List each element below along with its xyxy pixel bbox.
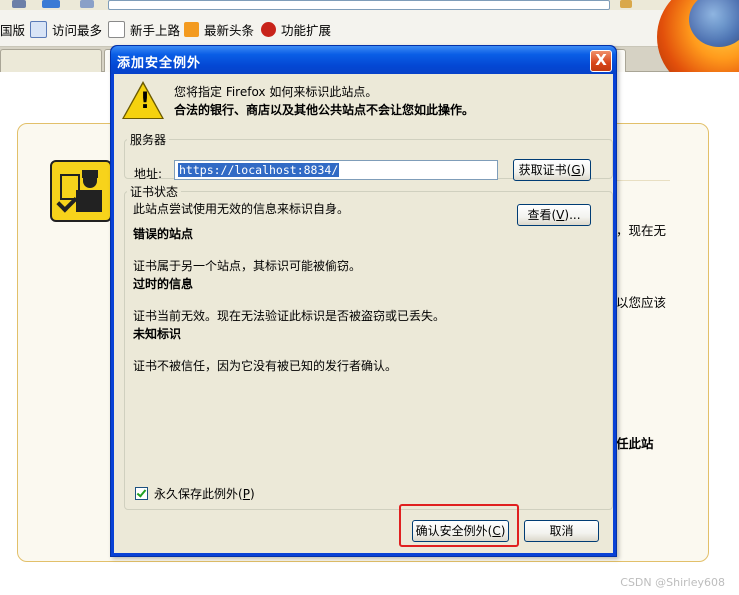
- expired-title: 过时的信息: [133, 277, 194, 291]
- confirm-label: 确认安全例外: [415, 524, 488, 538]
- server-legend: 服务器: [130, 133, 167, 147]
- bg-text: 任此站: [616, 436, 654, 451]
- bookmark-label: 访问最多: [52, 22, 103, 38]
- bookmark-item[interactable]: 国版: [0, 20, 25, 38]
- permanent-exception-row[interactable]: 永久保存此例外(P): [135, 485, 255, 502]
- view-accesskey: V: [556, 208, 565, 222]
- confirm-exception-button[interactable]: 确认安全例外(C): [412, 520, 509, 542]
- intro-text: 您将指定 Firefox 如何来标识此站点。: [174, 85, 378, 99]
- view-certificate-button[interactable]: 查看(V)...: [517, 204, 591, 226]
- page-icon: [108, 20, 125, 38]
- bookmarks-toolbar: 国版 访问最多 新手上路 最新头条 功能扩展: [0, 10, 739, 47]
- unknown-identity-title: 未知标识: [133, 327, 182, 341]
- server-group: 服务器 地址: https://localhost:8834/ 获取证书(G): [124, 131, 613, 181]
- address-value: https://localhost:8834/: [178, 163, 340, 177]
- watermark: CSDN @Shirley608: [620, 576, 725, 589]
- bookmark-label: 功能扩展: [281, 22, 332, 38]
- close-button[interactable]: X: [590, 50, 612, 72]
- dialog-body: ! 您将指定 Firefox 如何来标识此站点。 合法的银行、商店以及其他公共站…: [114, 74, 613, 553]
- address-label: 地址:: [134, 167, 163, 181]
- bookmark-item[interactable]: 访问最多: [30, 20, 102, 38]
- dialog-titlebar[interactable]: 添加安全例外 X: [111, 46, 616, 74]
- add-security-exception-dialog: 添加安全例外 X ! 您将指定 Firefox 如何来标识此站点。 合法的银行、…: [110, 45, 617, 557]
- firefox-logo: [643, 0, 739, 78]
- bookmark-item[interactable]: 最新头条: [184, 20, 254, 38]
- back-icon[interactable]: [12, 0, 26, 8]
- certificate-status-group: 证书状态 此站点尝试使用无效的信息来标识自身。 查看(V)... 错误的站点 证…: [124, 183, 613, 510]
- dialog-title: 添加安全例外: [117, 56, 202, 71]
- bookmark-item[interactable]: 新手上路: [108, 20, 180, 38]
- get-cert-label: 获取证书: [518, 163, 567, 177]
- get-certificate-button[interactable]: 获取证书(G): [513, 159, 591, 181]
- addon-icon: [261, 21, 276, 37]
- intro-warning-text: 合法的银行、商店以及其他公共站点不会让您如此操作。: [174, 103, 475, 117]
- permanent-exception-label: 永久保存此例外: [154, 487, 239, 501]
- feed-icon[interactable]: [620, 0, 632, 8]
- cert-summary: 此站点尝试使用无效的信息来标识自身。: [133, 202, 350, 216]
- police-icon: [50, 160, 112, 222]
- view-label: 查看: [527, 208, 552, 222]
- rss-icon: [184, 21, 199, 37]
- nav-icon[interactable]: [42, 0, 60, 8]
- unknown-identity-text: 证书不被信任，因为它没有被已知的发行者确认。: [133, 359, 398, 373]
- bookmark-label: 新手上路: [130, 22, 181, 38]
- tab[interactable]: [0, 49, 102, 72]
- url-bar[interactable]: [108, 0, 610, 10]
- expired-text: 证书当前无效。现在无法验证此标识是否被盗窃或已丢失。: [133, 309, 446, 323]
- permanent-accesskey: P: [242, 486, 250, 501]
- bookmark-label: 国版: [0, 22, 26, 38]
- confirm-accesskey: C: [492, 524, 501, 538]
- get-cert-accesskey: G: [571, 163, 581, 177]
- bg-text: ，现在无: [616, 223, 667, 238]
- wrong-site-title: 错误的站点: [133, 227, 194, 241]
- top-toolbar-strip: [0, 0, 739, 10]
- bookmark-item[interactable]: 功能扩展: [261, 20, 331, 38]
- permanent-exception-checkbox[interactable]: [135, 487, 148, 500]
- cert-status-legend: 证书状态: [130, 185, 179, 199]
- cancel-button[interactable]: 取消: [524, 520, 599, 542]
- clock-icon: [30, 20, 47, 38]
- bookmark-label: 最新头条: [204, 22, 255, 38]
- bg-text: 以您应该: [616, 295, 667, 310]
- wrong-site-text: 证书属于另一个站点，其标识可能被偷窃。: [133, 259, 362, 273]
- address-input[interactable]: https://localhost:8834/: [174, 160, 498, 180]
- warning-icon-mark: !: [140, 89, 151, 114]
- home-icon[interactable]: [80, 0, 94, 8]
